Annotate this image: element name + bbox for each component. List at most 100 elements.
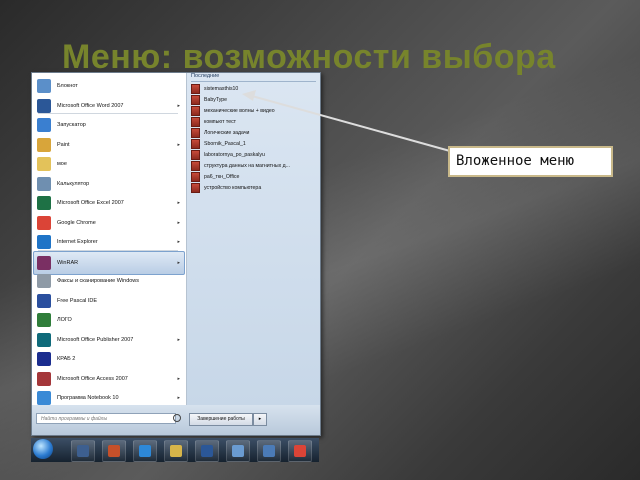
fax-scan-icon	[37, 274, 51, 288]
program-label: Free Pascal IDE	[57, 297, 98, 304]
recent-item[interactable]: устройство компьютера	[191, 182, 316, 193]
recent-item-label: компьют тест	[204, 118, 237, 125]
submenu-arrow-icon: ▸	[177, 259, 180, 266]
winrar-archive-icon	[191, 116, 200, 127]
program-label: Microsoft Office Publisher 2007	[57, 336, 134, 343]
program-label: Калькулятор	[57, 180, 90, 187]
taskbar-button[interactable]	[288, 440, 312, 462]
taskbar	[31, 438, 319, 462]
recent-item-label: laboratornya_po_paskalyu	[204, 151, 265, 158]
program-label: мое	[57, 161, 67, 167]
winrar-archive-icon	[191, 149, 200, 160]
recent-item-label: BabyType	[204, 96, 228, 103]
winrar-archive-icon	[191, 171, 200, 182]
folder-icon	[37, 157, 51, 171]
word-doc-icon	[201, 445, 213, 457]
logo-turtle-icon	[37, 313, 51, 327]
krab-icon	[37, 352, 51, 366]
taskbar-button[interactable]	[226, 440, 250, 462]
taskbar-button[interactable]	[257, 440, 281, 462]
explorer-folder-icon	[170, 445, 182, 457]
taskbar-button[interactable]	[133, 440, 157, 462]
submenu-arrow-icon: ▸	[177, 375, 180, 382]
recent-item[interactable]: laboratornya_po_paskalyu	[191, 149, 316, 160]
taskbar-button[interactable]	[164, 440, 188, 462]
recent-item-label: sistemasthis10	[204, 85, 239, 92]
taskbar-button[interactable]	[195, 440, 219, 462]
submenu-arrow-icon: ▸	[177, 395, 180, 401]
recent-item-label: ра6_ткн_Office	[204, 173, 240, 180]
excel-icon	[37, 196, 51, 210]
start-menu: Блокнот Microsoft Office Word 2007 ▸ Запуск…	[31, 72, 321, 436]
calculator-icon	[37, 176, 51, 191]
submenu-arrow-icon: ▸	[177, 219, 180, 226]
chrome-icon	[37, 215, 51, 230]
access-icon	[37, 371, 51, 386]
powerpoint-icon	[108, 445, 120, 457]
recent-item[interactable]: Логические задачи	[191, 127, 316, 138]
media-player-icon	[139, 445, 151, 457]
submenu-arrow-icon: ▸	[177, 200, 180, 206]
winrar-archive-icon	[191, 160, 200, 171]
program-label: Запускатор	[57, 122, 86, 128]
desktop-icon	[232, 445, 244, 457]
winrar-icon	[37, 255, 51, 270]
winrar-archive-icon	[191, 138, 200, 149]
recent-item-label: устройство компьютера	[204, 184, 262, 191]
free-pascal-icon	[37, 293, 51, 308]
shutdown-button[interactable]: Завершение работы	[189, 413, 253, 426]
program-label: Paint	[57, 141, 70, 148]
program-label: Факсы и сканирование Windows	[57, 278, 140, 284]
recent-item[interactable]: BabyType	[191, 94, 316, 105]
search-input[interactable]: Найти программы и файлы	[36, 413, 176, 424]
recent-item[interactable]: sistemasthis10	[191, 83, 316, 94]
recent-item[interactable]: ра6_ткн_Office	[191, 171, 316, 182]
recent-item[interactable]: структура данных на магнитных д...	[191, 160, 316, 171]
program-label: Google Chrome	[57, 219, 96, 226]
recent-item[interactable]: Sbornik_Pascal_1	[191, 138, 316, 149]
program-label: Microsoft Office Access 2007	[57, 375, 128, 382]
recent-item-label: механические волны + видео	[204, 107, 275, 114]
smartboard-icon	[263, 445, 275, 457]
winrar-archive-icon	[191, 105, 200, 116]
search-icon[interactable]	[173, 414, 181, 422]
winrar-archive-icon	[191, 127, 200, 138]
notebook-icon	[37, 391, 51, 405]
taskbar-button[interactable]	[102, 440, 126, 462]
winrar-archive-icon	[191, 83, 200, 94]
internet-explorer-icon	[37, 235, 51, 249]
submenu-arrow-icon: ▸	[177, 102, 180, 109]
program-label: Microsoft Office Excel 2007	[57, 200, 124, 206]
publisher-icon	[37, 332, 51, 347]
submenu-arrow-icon: ▸	[177, 141, 180, 148]
programs-pane: Блокнот Microsoft Office Word 2007 ▸ Запуск…	[32, 73, 187, 419]
program-label: КРАБ 2	[57, 356, 76, 362]
start-button[interactable]	[33, 439, 53, 459]
paint-icon	[37, 137, 51, 152]
recent-item[interactable]: механические волны + видео	[191, 105, 316, 116]
program-label: WinRAR	[57, 259, 79, 266]
submenu-arrow-icon: ▸	[177, 336, 180, 343]
recent-submenu: Последние sistemasthis10 BabyType механиче…	[187, 73, 320, 405]
recent-item-label: Логические задачи	[204, 129, 250, 136]
program-label: Microsoft Office Word 2007	[57, 102, 124, 109]
notepad-icon	[37, 79, 51, 93]
chrome-taskbar-icon	[294, 445, 306, 457]
taskbar-button[interactable]	[71, 440, 95, 462]
launcher-icon	[37, 118, 51, 132]
program-label: ЛОГО	[57, 317, 72, 323]
save-icon	[77, 445, 89, 457]
word-icon	[37, 98, 51, 113]
program-label: Internet Explorer	[57, 239, 98, 245]
start-menu-bottom-bar: Найти программы и файлы Завершение работ…	[32, 405, 320, 435]
program-label: Блокнот	[57, 83, 78, 89]
recent-header: Последние	[191, 73, 220, 79]
program-label: Программа Notebook 10	[57, 395, 119, 401]
shutdown-options-arrow-icon[interactable]: ▸	[253, 413, 267, 426]
submenu-arrow-icon: ▸	[177, 239, 180, 245]
recent-item-label: структура данных на магнитных д...	[204, 162, 290, 169]
recent-item[interactable]: компьют тест	[191, 116, 316, 127]
recent-divider	[191, 81, 316, 82]
callout-label: Вложенное меню	[448, 146, 613, 177]
winrar-archive-icon	[191, 182, 200, 193]
